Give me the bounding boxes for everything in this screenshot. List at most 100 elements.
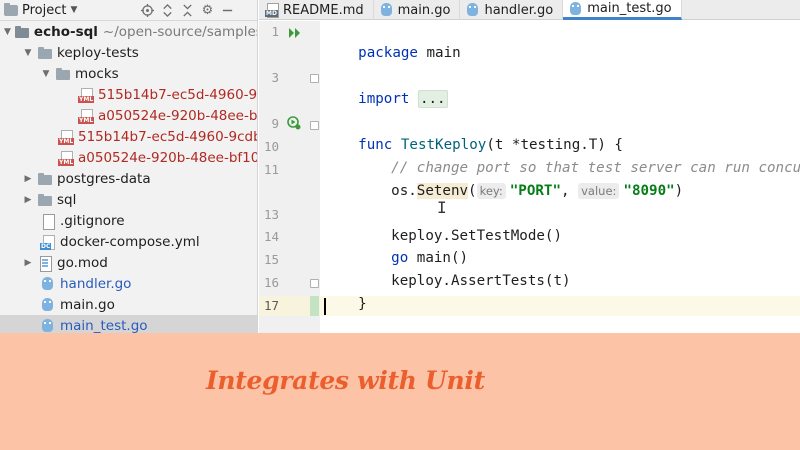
line-number: 9 — [271, 116, 279, 131]
folder-icon — [37, 45, 53, 61]
parameter-hint: key: — [476, 183, 506, 199]
tree-item-test-file[interactable]: a050524e-920b-48ee-bf10 — [0, 147, 258, 168]
chevron-right-icon[interactable]: ▶ — [22, 258, 34, 268]
code-line: keploy.AssertTests(t) — [357, 251, 570, 289]
tree-item-label: 515b14b7-ec5d-4960-9cdb — [78, 128, 258, 145]
folded-imports[interactable]: ... — [417, 90, 448, 108]
chevron-down-icon[interactable]: ▼ — [70, 5, 77, 15]
tree-item-label: echo-sql — [33, 23, 98, 40]
project-tool-window: Project ▼ ⚙ ▼ echo-sql ~/open-source/sam… — [0, 0, 258, 333]
keyword: import — [358, 91, 410, 107]
code-text: , — [561, 183, 579, 199]
tree-item-main-test-go[interactable]: main_test.go — [0, 315, 257, 334]
chevron-down-icon[interactable]: ▼ — [4, 27, 11, 37]
tree-item-mock-file[interactable]: a050524e-920b-48ee-b — [0, 105, 258, 126]
yml-file-icon — [78, 108, 95, 124]
editor-gutter[interactable]: 1 3 9 10 11 13 14 15 16 17 — [259, 21, 320, 333]
expand-all-icon[interactable] — [157, 1, 177, 19]
chevron-right-icon[interactable]: ▶ — [22, 195, 34, 205]
tab-label: main_test.go — [587, 1, 672, 16]
project-folder-icon — [4, 2, 18, 16]
go-file-icon — [380, 3, 394, 17]
tree-item-label: a050524e-920b-48ee-bf10 — [78, 149, 258, 166]
tree-item-docker-compose[interactable]: docker-compose.yml — [0, 231, 257, 252]
tab-main-go[interactable]: main.go — [374, 0, 461, 20]
tab-main-test-go[interactable]: main_test.go — [563, 0, 682, 20]
go-file-icon — [40, 318, 56, 334]
tab-readme-md[interactable]: README.md — [259, 0, 374, 20]
tree-item-label: handler.go — [60, 275, 132, 292]
line-number: 10 — [263, 139, 279, 154]
editor-tab-bar: README.md main.go handler.go main_test.g… — [259, 0, 800, 20]
chevron-down-icon[interactable]: ▼ — [22, 48, 34, 58]
tree-item-label: 515b14b7-ec5d-4960-9c — [98, 86, 258, 103]
line-number: 14 — [263, 229, 279, 244]
code-text: os. — [391, 183, 417, 199]
collapse-all-icon[interactable] — [177, 1, 197, 19]
chevron-down-icon[interactable]: ▼ — [40, 69, 52, 79]
project-path-hint: ~/open-source/samples — [102, 23, 258, 40]
line-number: 3 — [271, 70, 279, 85]
tree-item-gitignore[interactable]: .gitignore — [0, 210, 257, 231]
folder-icon — [55, 66, 71, 82]
line-number: 16 — [263, 275, 279, 290]
tree-item-main-go[interactable]: main.go — [0, 294, 257, 315]
project-view-selector[interactable]: Project — [22, 3, 66, 18]
go-file-icon — [466, 3, 480, 17]
tree-item-handler-go[interactable]: handler.go — [0, 273, 257, 294]
run-test-icon[interactable] — [287, 116, 301, 130]
go-file-icon — [569, 1, 583, 16]
string-literal: "PORT" — [509, 183, 562, 199]
yml-file-icon — [58, 150, 75, 166]
tab-label: README.md — [283, 2, 364, 18]
tree-item-sql[interactable]: ▶ sql — [0, 189, 257, 210]
code-text: keploy.AssertTests(t) — [391, 273, 571, 289]
code-text: ) — [674, 183, 684, 199]
tree-item-label: postgres-data — [57, 170, 151, 187]
tree-item-mock-file[interactable]: 515b14b7-ec5d-4960-9c — [0, 84, 258, 105]
tree-item-mocks[interactable]: ▼ mocks — [0, 63, 257, 84]
code-line: package main — [324, 23, 461, 61]
go-file-icon — [40, 297, 56, 313]
code-text: ( — [468, 183, 477, 199]
code-text: } — [358, 296, 367, 312]
yml-file-icon — [58, 129, 75, 145]
code-line: go main() — [357, 228, 468, 266]
text-caret — [324, 298, 326, 315]
tree-item-test-file[interactable]: 515b14b7-ec5d-4960-9cdb — [0, 126, 258, 147]
code-line: os.Setenv(key: "PORT", value: "8090") — [357, 161, 683, 199]
fold-collapse-icon[interactable] — [310, 121, 319, 130]
tree-item-postgres-data[interactable]: ▶ postgres-data — [0, 168, 257, 189]
caption-banner: Integrates with Unit — [0, 333, 800, 450]
current-line-highlight — [320, 296, 800, 316]
gear-icon[interactable]: ⚙ — [197, 1, 217, 19]
tree-item-go-mod[interactable]: ▶ go.mod — [0, 252, 257, 273]
tree-item-label: a050524e-920b-48ee-b — [98, 107, 258, 124]
tree-item-label: mocks — [75, 65, 119, 82]
tab-handler-go[interactable]: handler.go — [460, 0, 564, 20]
tree-item-keploy-tests[interactable]: ▼ keploy-tests — [0, 42, 257, 63]
tree-item-label: main_test.go — [60, 317, 148, 334]
tree-item-label: go.mod — [57, 254, 108, 271]
line-number: 15 — [263, 252, 279, 267]
minimize-icon[interactable] — [217, 1, 237, 19]
code-editor[interactable]: package main import ... func TestKeploy(… — [320, 21, 800, 333]
code-line: func TestKeploy(t *testing.T) { — [324, 115, 623, 153]
tree-item-echo-sql[interactable]: ▼ echo-sql ~/open-source/samples — [0, 21, 258, 42]
folder-icon — [14, 24, 30, 40]
fold-expand-icon[interactable] — [310, 74, 319, 83]
code-line: keploy.SetTestMode() — [357, 206, 562, 244]
run-package-icon[interactable] — [288, 26, 302, 40]
fold-end-icon[interactable] — [310, 279, 319, 288]
vcs-change-marker[interactable] — [310, 296, 319, 316]
tab-label: main.go — [397, 2, 451, 18]
tree-item-label: main.go — [60, 296, 115, 313]
function-call: Setenv — [416, 183, 469, 199]
chevron-right-icon[interactable]: ▶ — [22, 174, 34, 184]
yml-file-icon — [78, 87, 95, 103]
code-line: import ... — [324, 69, 448, 108]
folder-icon — [37, 171, 53, 187]
tree-item-label: sql — [57, 191, 77, 208]
banner-caption: Integrates with Unit — [206, 366, 485, 395]
select-opened-file-icon[interactable] — [137, 1, 157, 19]
